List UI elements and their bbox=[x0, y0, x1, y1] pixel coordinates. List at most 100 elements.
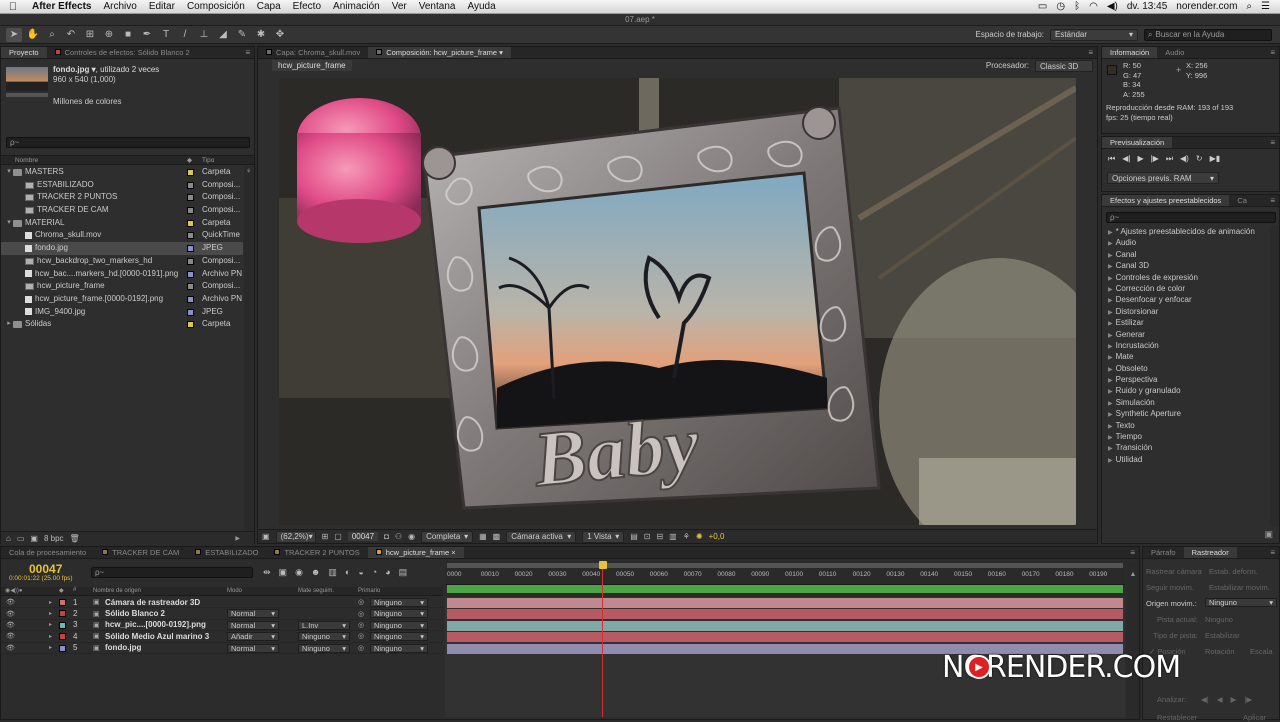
exposure-value[interactable]: +0,0 bbox=[709, 532, 725, 541]
first-frame-icon[interactable]: ⏮ bbox=[1108, 154, 1115, 164]
twirl-icon[interactable]: ▾ bbox=[5, 166, 13, 179]
col-parent[interactable]: Primario bbox=[358, 588, 380, 594]
rotate-tool-icon[interactable]: ↶ bbox=[63, 28, 79, 42]
label-swatch[interactable] bbox=[187, 270, 194, 278]
layer-name[interactable]: Cámara de rastreador 3D bbox=[105, 598, 200, 607]
effect-category[interactable]: ▶ Simulación bbox=[1102, 397, 1270, 408]
prev-frame-icon[interactable]: ◀| bbox=[1122, 154, 1130, 164]
project-item[interactable]: ▸ Sólidas Carpeta bbox=[1, 318, 243, 331]
tab-project[interactable]: Proyecto bbox=[1, 47, 47, 58]
zoom-in-icon[interactable]: ▲ bbox=[1127, 571, 1139, 578]
resolution-dropdown[interactable]: Completa ▾ bbox=[421, 530, 474, 543]
brainstorm-icon[interactable]: ◒ bbox=[358, 567, 363, 578]
timeline-icon[interactable]: ▥ bbox=[669, 532, 677, 541]
effect-category[interactable]: ▶ Perspectiva bbox=[1102, 374, 1270, 385]
interpret-footage-icon[interactable]: ⌂ bbox=[6, 534, 11, 543]
snapshot-icon[interactable]: ◘ bbox=[384, 532, 389, 541]
parent-pickwhip-icon[interactable]: ◎ bbox=[358, 610, 364, 618]
layer-name[interactable]: Sólido Blanco 2 bbox=[105, 609, 165, 618]
tab-paragraph[interactable]: Párrafo bbox=[1143, 547, 1184, 558]
analyze-forward-1-icon[interactable]: |▶ bbox=[1244, 695, 1252, 704]
rotation-checkbox[interactable]: Rotación bbox=[1205, 647, 1235, 656]
col-source-name[interactable]: Nombre de origen bbox=[93, 588, 141, 594]
zoom-dropdown[interactable]: (62,2%) ▾ bbox=[275, 530, 316, 543]
label-column-icon[interactable]: ◆ bbox=[187, 156, 192, 164]
eye-icon[interactable]: 👁 bbox=[6, 621, 15, 629]
bluetooth-icon[interactable]: ᛒ bbox=[1074, 1, 1080, 12]
track-type-value[interactable]: Estabilizar bbox=[1205, 631, 1240, 640]
bpc-button[interactable]: 8 bpc bbox=[44, 534, 64, 543]
ram-options-dropdown[interactable]: Opciones previs. RAM ▾ bbox=[1107, 172, 1219, 184]
col-mode[interactable]: Modo bbox=[227, 588, 242, 594]
layer-row[interactable]: 👁 ▸ 5 ▣ fondo.jpg Normal ▾ Ninguno ▾ ◎ Ninguno ▾ bbox=[1, 643, 443, 654]
pen-tool-icon[interactable]: ✒ bbox=[139, 28, 155, 42]
label-swatch[interactable] bbox=[187, 257, 194, 265]
loop-icon[interactable]: ↻ bbox=[1196, 154, 1203, 164]
tab-audio[interactable]: Audio bbox=[1157, 47, 1192, 58]
eye-icon[interactable]: 👁 bbox=[6, 644, 15, 652]
work-area-bar[interactable] bbox=[447, 563, 1123, 568]
effect-category[interactable]: ▶ Incrustación bbox=[1102, 340, 1270, 351]
layer-parent-dropdown[interactable]: Ninguno ▾ bbox=[370, 632, 428, 642]
effect-category[interactable]: ▶ Canal bbox=[1102, 249, 1270, 260]
list-icon[interactable]: ☰ bbox=[1261, 1, 1270, 12]
twirl-icon[interactable]: ▸ bbox=[49, 599, 52, 606]
color-channel-icon[interactable]: ◉ bbox=[408, 532, 415, 541]
next-frame-icon[interactable]: |▶ bbox=[1151, 154, 1159, 164]
time-machine-icon[interactable]: ◷ bbox=[1056, 1, 1065, 12]
menu-editar[interactable]: Editar bbox=[143, 1, 181, 12]
menu-animacion[interactable]: Animación bbox=[327, 1, 386, 12]
layer-duration-bar[interactable] bbox=[447, 620, 1123, 631]
analyze-back-1-icon[interactable]: ◀| bbox=[1201, 695, 1209, 704]
selection-tool-icon[interactable]: ➤ bbox=[6, 27, 22, 42]
effect-category[interactable]: ▶ Tiempo bbox=[1102, 431, 1270, 442]
project-item[interactable]: hcw_picture_frame Composi... bbox=[1, 280, 243, 293]
apple-icon[interactable]:  bbox=[0, 1, 26, 13]
toggle-switches-icon[interactable]: ⇹ bbox=[263, 567, 271, 578]
layer-row[interactable]: 👁 ▸ 2 ▣ Sólido Blanco 2 Normal ▾ ◎ Ninguno ▾ bbox=[1, 608, 443, 620]
twirl-icon[interactable]: ▾ bbox=[5, 217, 13, 230]
timeline-timecode[interactable]: 00047 bbox=[29, 562, 62, 576]
tab-hcw-picture-frame[interactable]: hcw_picture_frame × bbox=[367, 547, 464, 558]
ram-preview-icon[interactable]: ▶▮ bbox=[1210, 154, 1221, 164]
region-icon[interactable]: ▦ bbox=[479, 532, 487, 541]
effect-category[interactable]: ▶ Canal 3D bbox=[1102, 260, 1270, 271]
layer-row[interactable]: 👁 ▸ 1 ▣ Cámara de rastreador 3D ◎ Ninguno ▾ bbox=[1, 597, 443, 609]
hand-tool-icon[interactable]: ✋ bbox=[25, 28, 41, 42]
layer-mode-dropdown[interactable]: Normal ▾ bbox=[227, 643, 279, 653]
composition-viewport[interactable]: Baby bbox=[279, 78, 1076, 525]
workspace-dropdown[interactable]: Estándar ▾ bbox=[1050, 28, 1138, 41]
current-track-value[interactable]: Ninguno bbox=[1205, 615, 1233, 624]
effect-category[interactable]: ▶ Corrección de color bbox=[1102, 283, 1270, 294]
play-icon[interactable]: ▶ bbox=[1137, 154, 1143, 164]
tab-layer[interactable]: Capa: Chroma_skull.mov bbox=[258, 47, 368, 58]
axis-icon[interactable]: ✥ bbox=[272, 28, 288, 42]
label-swatch[interactable] bbox=[187, 169, 194, 176]
layer-row[interactable]: 👁 ▸ 3 ▣ hcw_pic....[0000-0192].png Normal ▾ L.I… bbox=[1, 620, 443, 632]
user-menu[interactable]: norender.com bbox=[1176, 1, 1237, 12]
info-menu-icon[interactable]: ≡ bbox=[1270, 47, 1275, 58]
reset-button[interactable]: Restablecer bbox=[1157, 713, 1197, 722]
time-ruler[interactable]: 0000 00010 00020 00030 00040 00050 00060 00070 0… bbox=[445, 561, 1125, 585]
views-dropdown[interactable]: 1 Vista ▾ bbox=[582, 530, 625, 543]
menu-composicion[interactable]: Composición bbox=[181, 1, 251, 12]
project-item[interactable]: ▾ MATERIAL Carpeta bbox=[1, 217, 243, 230]
trash-icon[interactable]: 🗑 bbox=[70, 534, 80, 543]
warp-stabilizer-button[interactable]: Estab. deform. bbox=[1209, 567, 1258, 576]
project-item[interactable]: IMG_9400.jpg JPEG bbox=[1, 306, 243, 319]
viewer-timecode[interactable]: 00047 bbox=[347, 532, 379, 541]
apply-button[interactable]: Aplicar bbox=[1243, 713, 1266, 722]
help-search-input[interactable]: ⌕ Buscar en la Ayuda bbox=[1144, 28, 1272, 41]
spotlight-icon[interactable]: ⌕ bbox=[1246, 1, 1252, 12]
col-type[interactable]: Tipo bbox=[202, 157, 214, 164]
graph-icon[interactable]: ▤ bbox=[399, 567, 408, 578]
tab-effects[interactable]: Efectos y ajustes preestablecidos bbox=[1102, 195, 1230, 206]
stabilize-motion-button[interactable]: Estabilizar movim. bbox=[1209, 583, 1270, 592]
effect-category[interactable]: ▶ Estilizar bbox=[1102, 317, 1270, 328]
layer-name[interactable]: Sólido Medio Azul marino 3 bbox=[105, 632, 209, 641]
layer-matte-dropdown[interactable]: L.Inv ▾ bbox=[298, 620, 350, 630]
new-preset-icon[interactable]: ▣ bbox=[1264, 529, 1273, 540]
motion-blur-icon[interactable]: ◐ bbox=[345, 567, 350, 578]
pan-behind-tool-icon[interactable]: ⊕ bbox=[101, 28, 117, 42]
shy-icon[interactable]: ☻ bbox=[311, 567, 320, 578]
